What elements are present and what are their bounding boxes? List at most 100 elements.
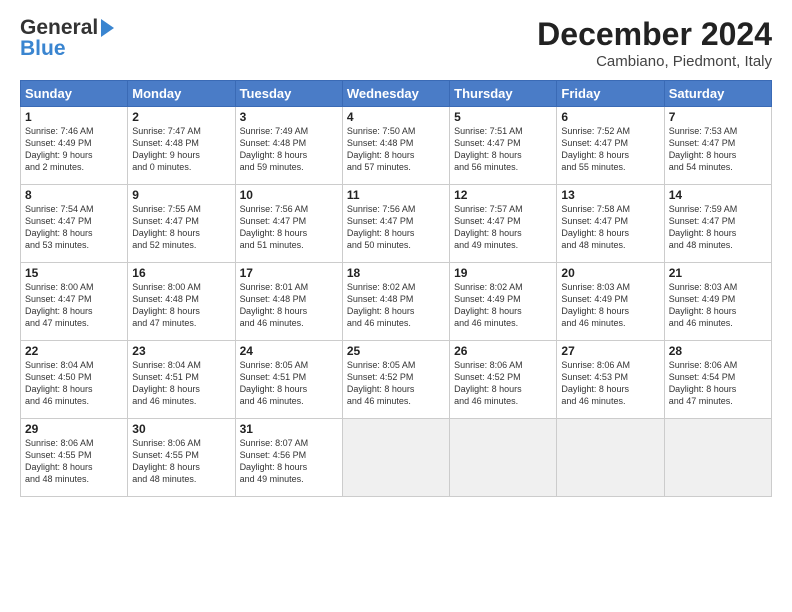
day-info: Sunrise: 8:07 AM Sunset: 4:56 PM Dayligh…	[240, 437, 338, 486]
day-info: Sunrise: 7:54 AM Sunset: 4:47 PM Dayligh…	[25, 203, 123, 252]
day-number: 30	[132, 422, 230, 436]
day-number: 15	[25, 266, 123, 280]
day-number: 31	[240, 422, 338, 436]
day-info: Sunrise: 7:59 AM Sunset: 4:47 PM Dayligh…	[669, 203, 767, 252]
day-info: Sunrise: 7:46 AM Sunset: 4:49 PM Dayligh…	[25, 125, 123, 174]
day-number: 10	[240, 188, 338, 202]
day-info: Sunrise: 8:00 AM Sunset: 4:47 PM Dayligh…	[25, 281, 123, 330]
day-info: Sunrise: 8:05 AM Sunset: 4:51 PM Dayligh…	[240, 359, 338, 408]
day-info: Sunrise: 7:52 AM Sunset: 4:47 PM Dayligh…	[561, 125, 659, 174]
col-header-monday: Monday	[128, 81, 235, 107]
calendar-cell: 4Sunrise: 7:50 AM Sunset: 4:48 PM Daylig…	[342, 107, 449, 185]
day-info: Sunrise: 8:06 AM Sunset: 4:55 PM Dayligh…	[25, 437, 123, 486]
calendar-cell: 17Sunrise: 8:01 AM Sunset: 4:48 PM Dayli…	[235, 263, 342, 341]
day-number: 28	[669, 344, 767, 358]
calendar-cell: 7Sunrise: 7:53 AM Sunset: 4:47 PM Daylig…	[664, 107, 771, 185]
day-number: 4	[347, 110, 445, 124]
week-row-1: 1Sunrise: 7:46 AM Sunset: 4:49 PM Daylig…	[21, 107, 772, 185]
calendar-cell: 24Sunrise: 8:05 AM Sunset: 4:51 PM Dayli…	[235, 341, 342, 419]
day-info: Sunrise: 8:00 AM Sunset: 4:48 PM Dayligh…	[132, 281, 230, 330]
calendar-cell: 20Sunrise: 8:03 AM Sunset: 4:49 PM Dayli…	[557, 263, 664, 341]
day-info: Sunrise: 8:06 AM Sunset: 4:53 PM Dayligh…	[561, 359, 659, 408]
calendar-cell: 31Sunrise: 8:07 AM Sunset: 4:56 PM Dayli…	[235, 419, 342, 497]
page: General Blue December 2024 Cambiano, Pie…	[0, 0, 792, 507]
calendar-cell: 15Sunrise: 8:00 AM Sunset: 4:47 PM Dayli…	[21, 263, 128, 341]
col-header-wednesday: Wednesday	[342, 81, 449, 107]
day-info: Sunrise: 7:53 AM Sunset: 4:47 PM Dayligh…	[669, 125, 767, 174]
day-info: Sunrise: 8:04 AM Sunset: 4:51 PM Dayligh…	[132, 359, 230, 408]
calendar-cell: 2Sunrise: 7:47 AM Sunset: 4:48 PM Daylig…	[128, 107, 235, 185]
calendar-cell: 8Sunrise: 7:54 AM Sunset: 4:47 PM Daylig…	[21, 185, 128, 263]
calendar-cell: 1Sunrise: 7:46 AM Sunset: 4:49 PM Daylig…	[21, 107, 128, 185]
calendar-cell: 29Sunrise: 8:06 AM Sunset: 4:55 PM Dayli…	[21, 419, 128, 497]
week-row-2: 8Sunrise: 7:54 AM Sunset: 4:47 PM Daylig…	[21, 185, 772, 263]
calendar-cell: 3Sunrise: 7:49 AM Sunset: 4:48 PM Daylig…	[235, 107, 342, 185]
day-number: 13	[561, 188, 659, 202]
col-header-sunday: Sunday	[21, 81, 128, 107]
calendar-cell: 9Sunrise: 7:55 AM Sunset: 4:47 PM Daylig…	[128, 185, 235, 263]
day-info: Sunrise: 7:47 AM Sunset: 4:48 PM Dayligh…	[132, 125, 230, 174]
calendar-cell: 23Sunrise: 8:04 AM Sunset: 4:51 PM Dayli…	[128, 341, 235, 419]
calendar-cell: 10Sunrise: 7:56 AM Sunset: 4:47 PM Dayli…	[235, 185, 342, 263]
day-number: 3	[240, 110, 338, 124]
day-number: 24	[240, 344, 338, 358]
week-row-4: 22Sunrise: 8:04 AM Sunset: 4:50 PM Dayli…	[21, 341, 772, 419]
header-row: SundayMondayTuesdayWednesdayThursdayFrid…	[21, 81, 772, 107]
day-number: 11	[347, 188, 445, 202]
location: Cambiano, Piedmont, Italy	[537, 53, 772, 70]
day-info: Sunrise: 7:51 AM Sunset: 4:47 PM Dayligh…	[454, 125, 552, 174]
col-header-thursday: Thursday	[450, 81, 557, 107]
day-number: 1	[25, 110, 123, 124]
col-header-friday: Friday	[557, 81, 664, 107]
calendar-cell: 6Sunrise: 7:52 AM Sunset: 4:47 PM Daylig…	[557, 107, 664, 185]
calendar-cell: 5Sunrise: 7:51 AM Sunset: 4:47 PM Daylig…	[450, 107, 557, 185]
day-info: Sunrise: 8:02 AM Sunset: 4:48 PM Dayligh…	[347, 281, 445, 330]
day-number: 8	[25, 188, 123, 202]
day-number: 2	[132, 110, 230, 124]
day-info: Sunrise: 8:02 AM Sunset: 4:49 PM Dayligh…	[454, 281, 552, 330]
day-number: 20	[561, 266, 659, 280]
day-info: Sunrise: 8:03 AM Sunset: 4:49 PM Dayligh…	[561, 281, 659, 330]
calendar-cell: 16Sunrise: 8:00 AM Sunset: 4:48 PM Dayli…	[128, 263, 235, 341]
calendar-cell: 13Sunrise: 7:58 AM Sunset: 4:47 PM Dayli…	[557, 185, 664, 263]
day-number: 29	[25, 422, 123, 436]
header: General Blue December 2024 Cambiano, Pie…	[20, 16, 772, 70]
day-info: Sunrise: 8:06 AM Sunset: 4:55 PM Dayligh…	[132, 437, 230, 486]
calendar-cell: 25Sunrise: 8:05 AM Sunset: 4:52 PM Dayli…	[342, 341, 449, 419]
day-info: Sunrise: 7:55 AM Sunset: 4:47 PM Dayligh…	[132, 203, 230, 252]
calendar-cell	[342, 419, 449, 497]
col-header-saturday: Saturday	[664, 81, 771, 107]
calendar-cell: 21Sunrise: 8:03 AM Sunset: 4:49 PM Dayli…	[664, 263, 771, 341]
day-info: Sunrise: 8:04 AM Sunset: 4:50 PM Dayligh…	[25, 359, 123, 408]
day-number: 14	[669, 188, 767, 202]
calendar-cell: 19Sunrise: 8:02 AM Sunset: 4:49 PM Dayli…	[450, 263, 557, 341]
day-number: 7	[669, 110, 767, 124]
day-info: Sunrise: 7:56 AM Sunset: 4:47 PM Dayligh…	[240, 203, 338, 252]
day-number: 16	[132, 266, 230, 280]
day-number: 25	[347, 344, 445, 358]
week-row-5: 29Sunrise: 8:06 AM Sunset: 4:55 PM Dayli…	[21, 419, 772, 497]
calendar-cell: 27Sunrise: 8:06 AM Sunset: 4:53 PM Dayli…	[557, 341, 664, 419]
day-number: 18	[347, 266, 445, 280]
day-number: 22	[25, 344, 123, 358]
logo: General Blue	[20, 16, 114, 61]
calendar-cell	[664, 419, 771, 497]
calendar-cell: 26Sunrise: 8:06 AM Sunset: 4:52 PM Dayli…	[450, 341, 557, 419]
day-number: 5	[454, 110, 552, 124]
calendar-cell	[557, 419, 664, 497]
logo-arrow-icon	[101, 19, 114, 37]
day-number: 26	[454, 344, 552, 358]
month-title: December 2024	[537, 16, 772, 53]
day-number: 6	[561, 110, 659, 124]
day-info: Sunrise: 8:01 AM Sunset: 4:48 PM Dayligh…	[240, 281, 338, 330]
day-info: Sunrise: 8:05 AM Sunset: 4:52 PM Dayligh…	[347, 359, 445, 408]
calendar-cell: 30Sunrise: 8:06 AM Sunset: 4:55 PM Dayli…	[128, 419, 235, 497]
calendar-table: SundayMondayTuesdayWednesdayThursdayFrid…	[20, 80, 772, 497]
day-number: 17	[240, 266, 338, 280]
day-number: 19	[454, 266, 552, 280]
day-number: 9	[132, 188, 230, 202]
calendar-cell: 12Sunrise: 7:57 AM Sunset: 4:47 PM Dayli…	[450, 185, 557, 263]
calendar-cell: 18Sunrise: 8:02 AM Sunset: 4:48 PM Dayli…	[342, 263, 449, 341]
logo-blue: Blue	[20, 37, 114, 61]
calendar-cell	[450, 419, 557, 497]
